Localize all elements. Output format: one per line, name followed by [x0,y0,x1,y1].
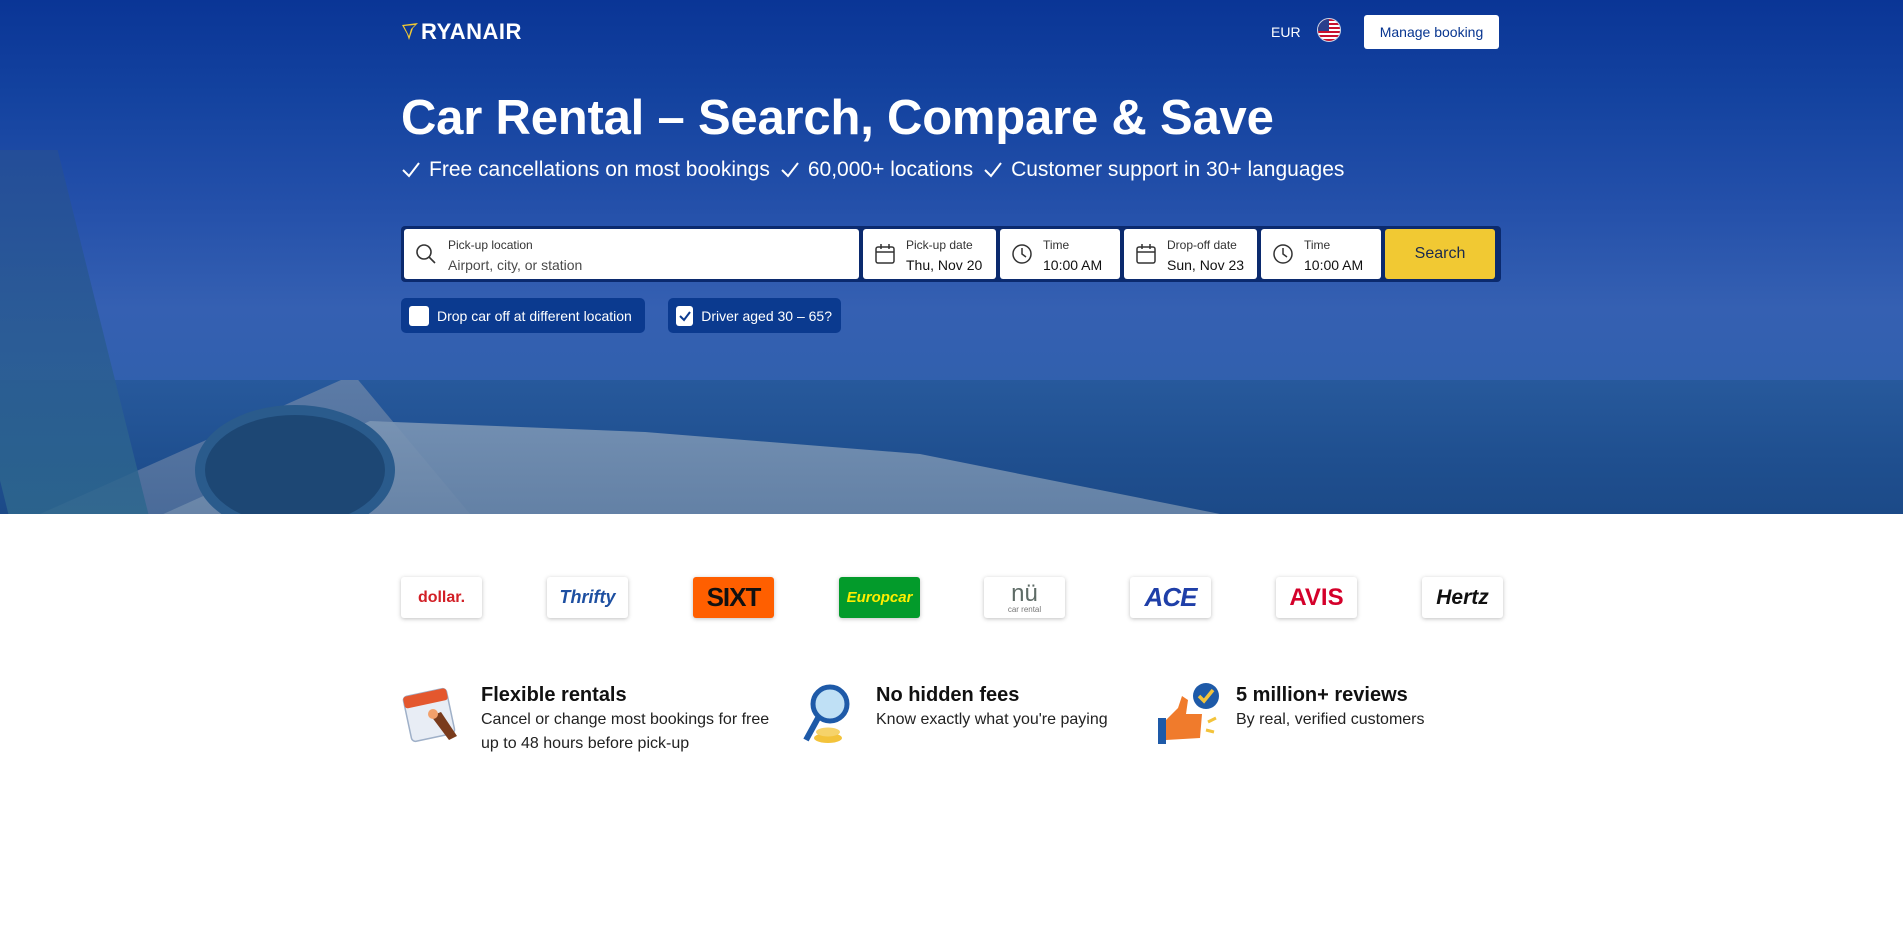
checkmark-icon [984,162,1002,178]
ryanair-logo[interactable]: RYANAIR [401,19,522,44]
logo-text: RYANAIR [421,19,522,44]
search-button[interactable]: Search [1385,229,1495,279]
perk-item: Free cancellations on most bookings [401,158,770,182]
avis-logo: AVIS [1276,577,1357,618]
feature-item: No hidden fees Know exactly what you're … [796,682,1126,748]
perk-label: Free cancellations on most bookings [429,158,770,181]
thumbs-up-check-icon [1156,682,1222,748]
feature-item: 5 million+ reviews By real, verified cus… [1156,682,1486,748]
us-flag-icon[interactable] [1317,18,1341,42]
calendar-icon [875,244,895,264]
hertz-logo: Hertz [1422,577,1503,618]
magnifier-coins-icon [796,682,862,748]
feature-item: Flexible rentals Cancel or change most b… [401,682,781,756]
dollar-logo: dollar. [401,577,482,618]
feature-title: No hidden fees [876,684,1020,706]
checkmark-icon [402,162,420,178]
pickup-time-label: Time [1043,238,1070,252]
calendar-hand-icon [401,682,467,748]
feature-title: 5 million+ reviews [1236,684,1408,706]
driver-age-label: Driver aged 30 – 65? [701,307,832,324]
feature-text: Know exactly what you're paying [876,711,1108,728]
perks-list: Free cancellations on most bookings 60,0… [401,158,1354,182]
driver-age-option[interactable]: Driver aged 30 – 65? [668,298,841,333]
feature-text: By real, verified customers [1236,711,1425,728]
pickup-date-label: Pick-up date [906,238,973,252]
sixt-logo: SIXT [693,577,774,618]
nu-logo-subtext: car rental [1007,604,1042,614]
dropoff-date-label: Drop-off date [1167,238,1237,252]
dropoff-time-label: Time [1304,238,1331,252]
dropoff-time-value: 10:00 AM [1304,257,1364,273]
different-location-label: Drop car off at different location [437,307,632,324]
perk-label: Customer support in 30+ languages [1011,158,1345,181]
harp-logo-icon [402,23,418,40]
clock-icon [1273,244,1293,264]
clock-icon [1012,244,1032,264]
dropoff-date-value: Sun, Nov 23 [1167,257,1245,273]
search-form: Pick-up location Airport, city, or stati… [401,226,1501,282]
checkmark-icon [781,162,799,178]
pickup-time-value: 10:00 AM [1043,257,1103,273]
driver-age-checkbox[interactable] [676,305,694,326]
currency-selector[interactable]: EUR [1271,24,1301,40]
pickup-date-field[interactable]: Pick-up date Thu, Nov 20 [863,229,996,279]
rental-brands-row: dollar. Thrifty SIXT Europcar nü car ren… [401,577,1503,619]
ace-logo: ACE [1130,577,1211,618]
perk-item: 60,000+ locations [780,158,973,182]
checkmark-icon [678,310,691,322]
dropoff-time-field[interactable]: Time 10:00 AM [1261,229,1381,279]
hero-section: RYANAIR EUR Manage booking Car Rental – … [0,0,1903,514]
pickup-location-input[interactable]: Airport, city, or station [448,257,582,273]
pickup-time-field[interactable]: Time 10:00 AM [1000,229,1120,279]
calendar-icon [1136,244,1156,264]
pickup-location-field[interactable]: Pick-up location Airport, city, or stati… [404,229,859,279]
feature-title: Flexible rentals [481,684,627,706]
feature-text: Cancel or change most bookings for free … [481,711,770,752]
perk-item: Customer support in 30+ languages [983,158,1344,182]
dropoff-date-field[interactable]: Drop-off date Sun, Nov 23 [1124,229,1257,279]
page-title: Car Rental – Search, Compare & Save [401,91,1274,145]
different-location-option[interactable]: Drop car off at different location [401,298,645,333]
pickup-date-value: Thu, Nov 20 [906,257,983,273]
europcar-logo: Europcar [839,577,920,618]
pickup-location-label: Pick-up location [448,238,533,252]
perk-label: 60,000+ locations [807,158,974,181]
thrifty-logo: Thrifty [547,577,628,618]
nu-logo-text: nü [1011,579,1038,607]
manage-booking-button[interactable]: Manage booking [1364,15,1499,49]
features-section: Flexible rentals Cancel or change most b… [401,682,1501,762]
top-navigation: RYANAIR EUR Manage booking [401,12,1499,50]
search-icon [416,244,436,264]
different-location-checkbox[interactable] [409,305,429,326]
nu-car-rental-logo: nü car rental [984,577,1065,618]
